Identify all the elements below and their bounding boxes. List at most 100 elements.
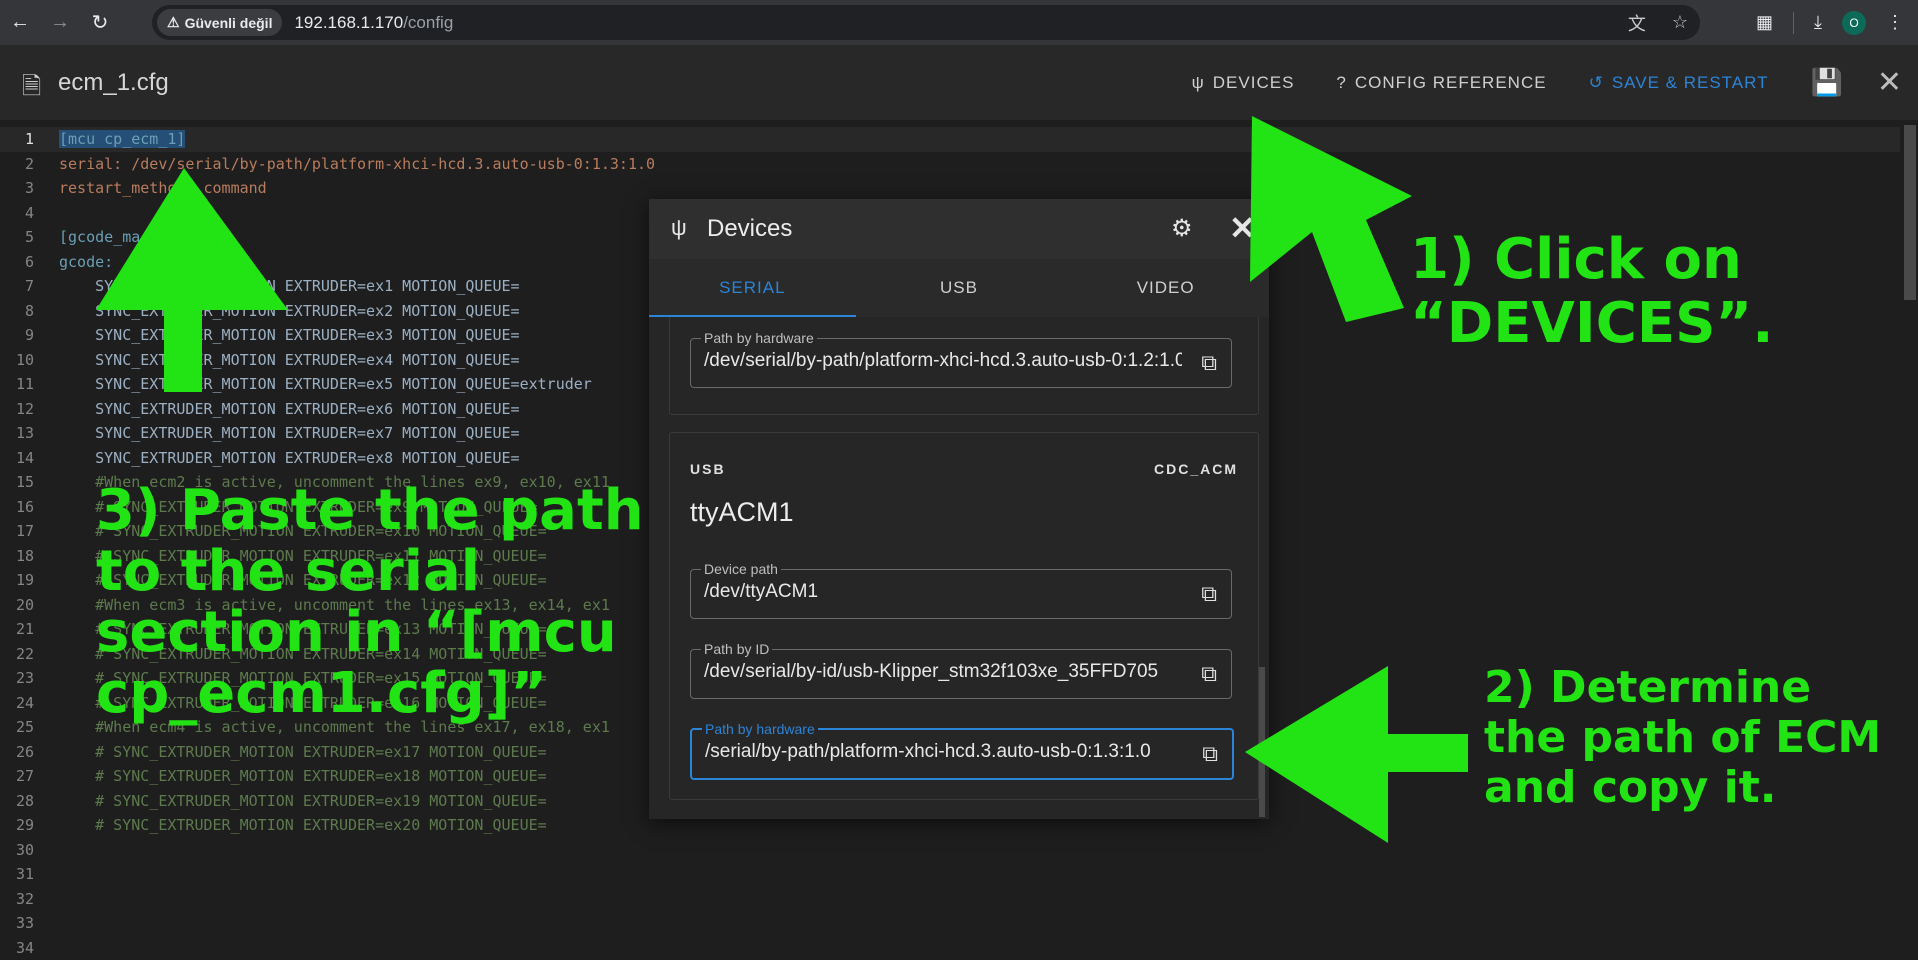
line-number: 22 bbox=[0, 642, 34, 667]
code-line[interactable]: 32 bbox=[0, 887, 1900, 912]
file-title: ecm_1.cfg bbox=[58, 69, 169, 97]
tab-usb[interactable]: USB bbox=[856, 259, 1063, 317]
browser-menu-icon[interactable]: ⋮ bbox=[1886, 12, 1904, 33]
line-number: 25 bbox=[0, 715, 34, 740]
line-number: 28 bbox=[0, 789, 34, 814]
code-line[interactable]: 2 serial: /dev/serial/by-path/platform-xh… bbox=[0, 152, 1900, 177]
line-number: 16 bbox=[0, 495, 34, 520]
line-number: 19 bbox=[0, 568, 34, 593]
security-label: Güvenli değil bbox=[185, 15, 273, 31]
gear-icon[interactable]: ⚙ bbox=[1171, 214, 1193, 243]
code-text[interactable]: SYNC_EXTRUDER_MOTION EXTRUDER=ex5 MOTION… bbox=[59, 372, 592, 397]
code-text[interactable]: # SYNC_EXTRUDER_MOTION EXTRUDER=ex17 MOT… bbox=[59, 740, 547, 765]
code-text[interactable]: # SYNC_EXTRUDER_MOTION EXTRUDER=ex18 MOT… bbox=[59, 764, 547, 789]
code-line[interactable]: 34 bbox=[0, 936, 1900, 960]
driver-type: CDC_ACM bbox=[1154, 461, 1238, 477]
path-by-hardware-field[interactable]: Path by hardware /dev/serial/by-path/pla… bbox=[690, 338, 1232, 388]
download-icon[interactable]: ⤓ bbox=[1814, 12, 1822, 33]
usb-icon: ψ bbox=[1192, 73, 1205, 93]
dialog-scrollbar[interactable] bbox=[1259, 667, 1265, 817]
line-number: 30 bbox=[0, 838, 34, 863]
line-number: 31 bbox=[0, 862, 34, 887]
device-name: ttyACM1 bbox=[690, 497, 794, 528]
line-number: 12 bbox=[0, 397, 34, 422]
line-number: 13 bbox=[0, 421, 34, 446]
annotation-step-2: 2) Determine the path of ECM and copy it… bbox=[1484, 663, 1904, 813]
line-number: 34 bbox=[0, 936, 34, 960]
code-text[interactable]: SYNC_EXTRUDER_MOTION EXTRUDER=ex7 MOTION… bbox=[59, 421, 520, 446]
security-chip[interactable]: ⚠ Güvenli değil bbox=[157, 9, 282, 36]
config-reference-button[interactable]: ? CONFIG REFERENCE bbox=[1336, 73, 1546, 93]
annotation-step-3: 3) Paste the path to the serial section … bbox=[96, 480, 656, 724]
code-text[interactable]: restart_method: command bbox=[59, 176, 267, 201]
code-text[interactable]: SYNC_EXTRUDER_MOTION EXTRUDER=ex1 MOTION… bbox=[59, 274, 520, 299]
code-text[interactable]: # SYNC_EXTRUDER_MOTION EXTRUDER=ex20 MOT… bbox=[59, 813, 547, 838]
save-icon[interactable]: 💾 bbox=[1810, 67, 1842, 98]
translate-icon[interactable]: 文 bbox=[1628, 10, 1646, 36]
code-text[interactable]: SYNC_EXTRUDER_MOTION EXTRUDER=ex8 MOTION… bbox=[59, 446, 520, 471]
line-number: 9 bbox=[0, 323, 34, 348]
restart-icon: ↺ bbox=[1589, 73, 1604, 93]
devices-button[interactable]: ψ DEVICES bbox=[1192, 73, 1295, 93]
code-text[interactable]: [gcode_macro bbox=[59, 225, 167, 250]
line-number: 11 bbox=[0, 372, 34, 397]
line-number: 4 bbox=[0, 201, 34, 226]
dialog-header: ψ Devices ⚙ ✕ bbox=[649, 199, 1269, 259]
line-number: 27 bbox=[0, 764, 34, 789]
line-number: 18 bbox=[0, 544, 34, 569]
line-number: 24 bbox=[0, 691, 34, 716]
path-by-hardware-field[interactable]: Path by hardware /serial/by-path/platfor… bbox=[690, 728, 1234, 780]
reload-icon[interactable]: ↻ bbox=[80, 0, 120, 45]
path-by-id-field[interactable]: Path by ID /dev/serial/by-id/usb-Klipper… bbox=[690, 649, 1232, 699]
code-text[interactable]: SYNC_EXTRUDER_MOTION EXTRUDER=ex6 MOTION… bbox=[59, 397, 520, 422]
code-text[interactable]: SYNC_EXTRUDER_MOTION EXTRUDER=ex4 MOTION… bbox=[59, 348, 520, 373]
url-text[interactable]: 192.168.1.170/config bbox=[294, 13, 453, 33]
code-text[interactable]: [mcu cp_ecm_1] bbox=[59, 127, 185, 152]
bus-type: USB bbox=[690, 461, 726, 477]
tab-video[interactable]: VIDEO bbox=[1062, 259, 1269, 317]
device-path-field[interactable]: Device path /dev/ttyACM1 ⧉ bbox=[690, 569, 1232, 619]
code-line[interactable]: 1[mcu cp_ecm_1] bbox=[0, 127, 1900, 152]
line-number: 7 bbox=[0, 274, 34, 299]
line-number: 26 bbox=[0, 740, 34, 765]
warning-icon: ⚠ bbox=[167, 14, 180, 31]
line-number: 2 bbox=[0, 152, 34, 177]
code-text[interactable]: SYNC_EXTRUDER_MOTION EXTRUDER=ex2 MOTION… bbox=[59, 299, 520, 324]
tab-serial[interactable]: SERIAL bbox=[649, 259, 856, 317]
code-text[interactable]: gcode: bbox=[59, 250, 113, 275]
close-icon[interactable]: ✕ bbox=[1877, 65, 1902, 100]
device-card: USB CDC_ACM ttyACM1 Device path /dev/tty… bbox=[669, 432, 1259, 800]
profile-avatar[interactable]: O bbox=[1842, 11, 1866, 35]
line-number: 6 bbox=[0, 250, 34, 275]
copy-icon[interactable]: ⧉ bbox=[1201, 350, 1217, 376]
code-line[interactable]: 33 bbox=[0, 911, 1900, 936]
copy-icon[interactable]: ⧉ bbox=[1201, 581, 1217, 607]
copy-icon[interactable]: ⧉ bbox=[1201, 661, 1217, 687]
code-line[interactable]: 3 restart_method: command bbox=[0, 176, 1900, 201]
bookmark-star-icon[interactable]: ☆ bbox=[1672, 12, 1688, 33]
editor-header: 🗎 ecm_1.cfg ψ DEVICES ? CONFIG REFERENCE… bbox=[0, 45, 1918, 120]
usb-icon: ψ bbox=[671, 215, 687, 241]
code-text[interactable]: serial: /dev/serial/by-path/platform-xhc… bbox=[59, 152, 655, 177]
dialog-title: Devices bbox=[707, 215, 792, 243]
line-number: 10 bbox=[0, 348, 34, 373]
code-line[interactable]: 31 bbox=[0, 862, 1900, 887]
extensions-icon[interactable]: ▦ bbox=[1756, 12, 1773, 33]
code-text[interactable]: # SYNC_EXTRUDER_MOTION EXTRUDER=ex19 MOT… bbox=[59, 789, 547, 814]
code-line[interactable]: 30 bbox=[0, 838, 1900, 863]
line-number: 23 bbox=[0, 666, 34, 691]
back-icon[interactable]: ← bbox=[0, 0, 40, 45]
address-bar[interactable]: ⚠ Güvenli değil 192.168.1.170/config 文 ☆ bbox=[152, 5, 1700, 40]
close-icon[interactable]: ✕ bbox=[1229, 209, 1256, 247]
line-number: 3 bbox=[0, 176, 34, 201]
file-edit-icon: 🗎 bbox=[22, 69, 48, 97]
forward-icon[interactable]: → bbox=[40, 0, 80, 45]
code-text[interactable]: SYNC_EXTRUDER_MOTION EXTRUDER=ex3 MOTION… bbox=[59, 323, 520, 348]
line-number: 29 bbox=[0, 813, 34, 838]
device-list[interactable]: Path by hardware /dev/serial/by-path/pla… bbox=[649, 317, 1269, 819]
devices-dialog: ψ Devices ⚙ ✕ SERIAL USB VIDEO Path by h… bbox=[649, 199, 1269, 819]
line-number: 14 bbox=[0, 446, 34, 471]
save-restart-button[interactable]: ↺ SAVE & RESTART bbox=[1589, 73, 1769, 93]
copy-icon[interactable]: ⧉ bbox=[1202, 741, 1218, 767]
editor-scrollbar[interactable] bbox=[1904, 120, 1918, 958]
